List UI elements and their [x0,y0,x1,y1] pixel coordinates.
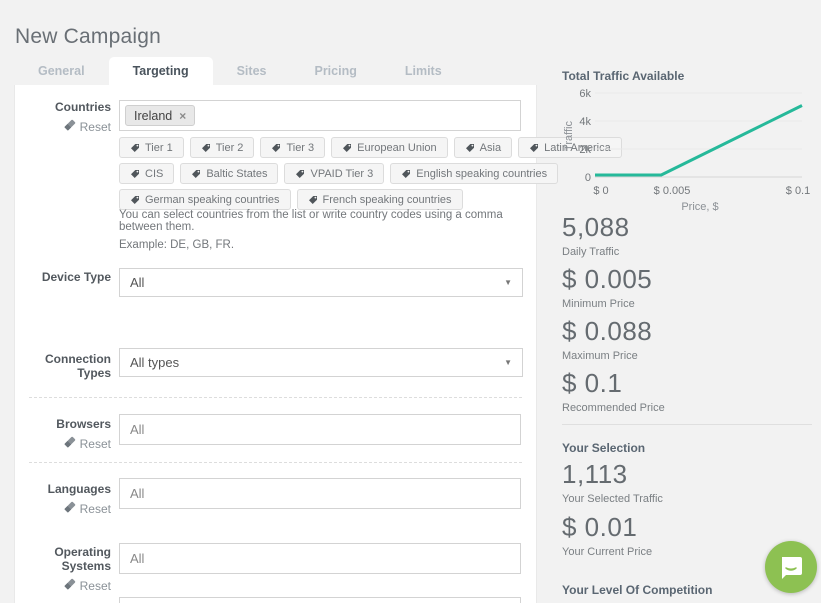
tag-icon [308,195,317,204]
traffic-heading: Total Traffic Available [562,69,685,83]
minimum-price-value: $ 0.005 [562,264,653,294]
maximum-price-stat: $ 0.088 Maximum Price [562,316,652,362]
y-axis-label: Traffic [563,121,575,151]
eraser-icon [63,119,76,134]
tag-icon [272,143,281,152]
chevron-down-icon: ▼ [504,278,512,287]
country-group-tier2[interactable]: Tier 2 [189,137,255,158]
country-group-tier1[interactable]: Tier 1 [119,137,184,158]
connection-types-select[interactable]: All types ▼ [119,348,523,377]
country-group-european-union[interactable]: European Union [331,137,448,158]
y-tick-2k: 2k [579,144,591,156]
traffic-line-series [595,104,803,177]
languages-reset-button[interactable]: Reset [63,501,111,516]
x-tick-01: $ 0.1 [786,185,810,197]
operating-systems-input[interactable] [119,543,521,574]
minimum-price-label: Minimum Price [562,298,635,310]
daily-traffic-label: Daily Traffic [562,246,620,258]
x-tick-0: $ 0 [593,185,608,197]
traffic-chart: 6k 4k 2k 0 $ 0 $ 0.005 $ 0.1 Price, $ Tr… [562,88,812,218]
country-group-tier3[interactable]: Tier 3 [260,137,326,158]
eraser-icon [63,436,76,451]
country-group-german-speaking[interactable]: German speaking countries [119,189,291,210]
connection-types-label: Connection Types [45,352,111,380]
country-token-ireland: Ireland × [125,105,196,126]
operating-systems-label: Operating Systems [54,545,111,573]
tag-icon [296,169,305,178]
targeting-panel: Countries Reset Ireland × Tier 1 Tier 2 … [14,85,622,603]
remove-token-icon[interactable]: × [179,110,186,122]
maximum-price-label: Maximum Price [562,350,638,362]
device-type-label: Device Type [41,270,111,284]
tab-limits[interactable]: Limits [381,57,466,85]
country-group-baltic-states[interactable]: Baltic States [180,163,279,184]
country-group-french-speaking[interactable]: French speaking countries [296,189,463,210]
countries-label: Countries [54,100,111,114]
country-group-cis[interactable]: CIS [119,163,175,184]
countries-input[interactable]: Ireland × [119,100,521,131]
recommended-price-label: Recommended Price [562,402,665,414]
minimum-price-stat: $ 0.005 Minimum Price [562,264,652,310]
chat-launcher-button[interactable] [765,541,817,593]
y-tick-6k: 6k [579,88,591,100]
tag-icon [192,169,201,178]
tag-icon [201,143,210,152]
tab-targeting[interactable]: Targeting [108,57,213,85]
tag-icon [343,143,352,152]
y-tick-0: 0 [585,172,591,184]
browsers-reset-button[interactable]: Reset [63,436,111,451]
languages-input[interactable] [119,478,521,509]
browsers-input[interactable] [119,414,521,445]
tab-pricing[interactable]: Pricing [290,57,380,85]
recommended-price-stat: $ 0.1 Recommended Price [562,368,665,414]
tab-sites[interactable]: Sites [213,57,291,85]
sidebar-divider [562,424,812,425]
device-type-select[interactable]: All ▼ [119,268,523,297]
section-divider [29,397,522,398]
country-group-vpaid-tier3[interactable]: VPAID Tier 3 [284,163,385,184]
country-group-asia[interactable]: Asia [453,137,513,158]
tag-icon [131,169,139,178]
operating-systems-reset-button[interactable]: Reset [63,578,111,593]
tab-bar: General Targeting Sites Pricing Limits [14,57,466,85]
current-price-label: Your Current Price [562,546,653,558]
x-axis-label: Price, $ [681,201,718,213]
eraser-icon [63,578,76,593]
y-tick-4k: 4k [579,116,591,128]
recommended-price-value: $ 0.1 [562,368,623,398]
chevron-down-icon: ▼ [504,358,512,367]
languages-label: Languages [47,482,111,496]
next-field-partial[interactable] [119,597,521,603]
country-group-english-speaking[interactable]: English speaking countries [390,163,559,184]
countries-help-text: You can select countries from the list o… [119,209,503,251]
section-divider [29,462,522,463]
eraser-icon [63,501,76,516]
selected-traffic-stat: 1,113 Your Selected Traffic [562,459,663,505]
tag-icon [530,143,539,152]
tag-icon [131,195,139,204]
maximum-price-value: $ 0.088 [562,316,653,346]
selected-traffic-label: Your Selected Traffic [562,493,663,505]
tag-icon [465,143,474,152]
chat-bubble-icon [782,557,802,579]
daily-traffic-stat: 5,088 Daily Traffic [562,212,630,258]
selection-heading: Your Selection [562,441,646,455]
countries-reset-button[interactable]: Reset [63,119,111,134]
selected-traffic-value: 1,113 [562,459,628,489]
tag-icon [131,143,139,152]
tag-icon [402,169,411,178]
browsers-label: Browsers [56,417,111,431]
daily-traffic-value: 5,088 [562,212,630,242]
competition-heading: Your Level Of Competition [562,583,713,597]
current-price-value: $ 0.01 [562,512,638,542]
current-price-stat: $ 0.01 Your Current Price [562,512,652,558]
page-title: New Campaign [15,25,161,48]
tab-general[interactable]: General [14,57,109,85]
x-tick-0005: $ 0.005 [654,185,691,197]
